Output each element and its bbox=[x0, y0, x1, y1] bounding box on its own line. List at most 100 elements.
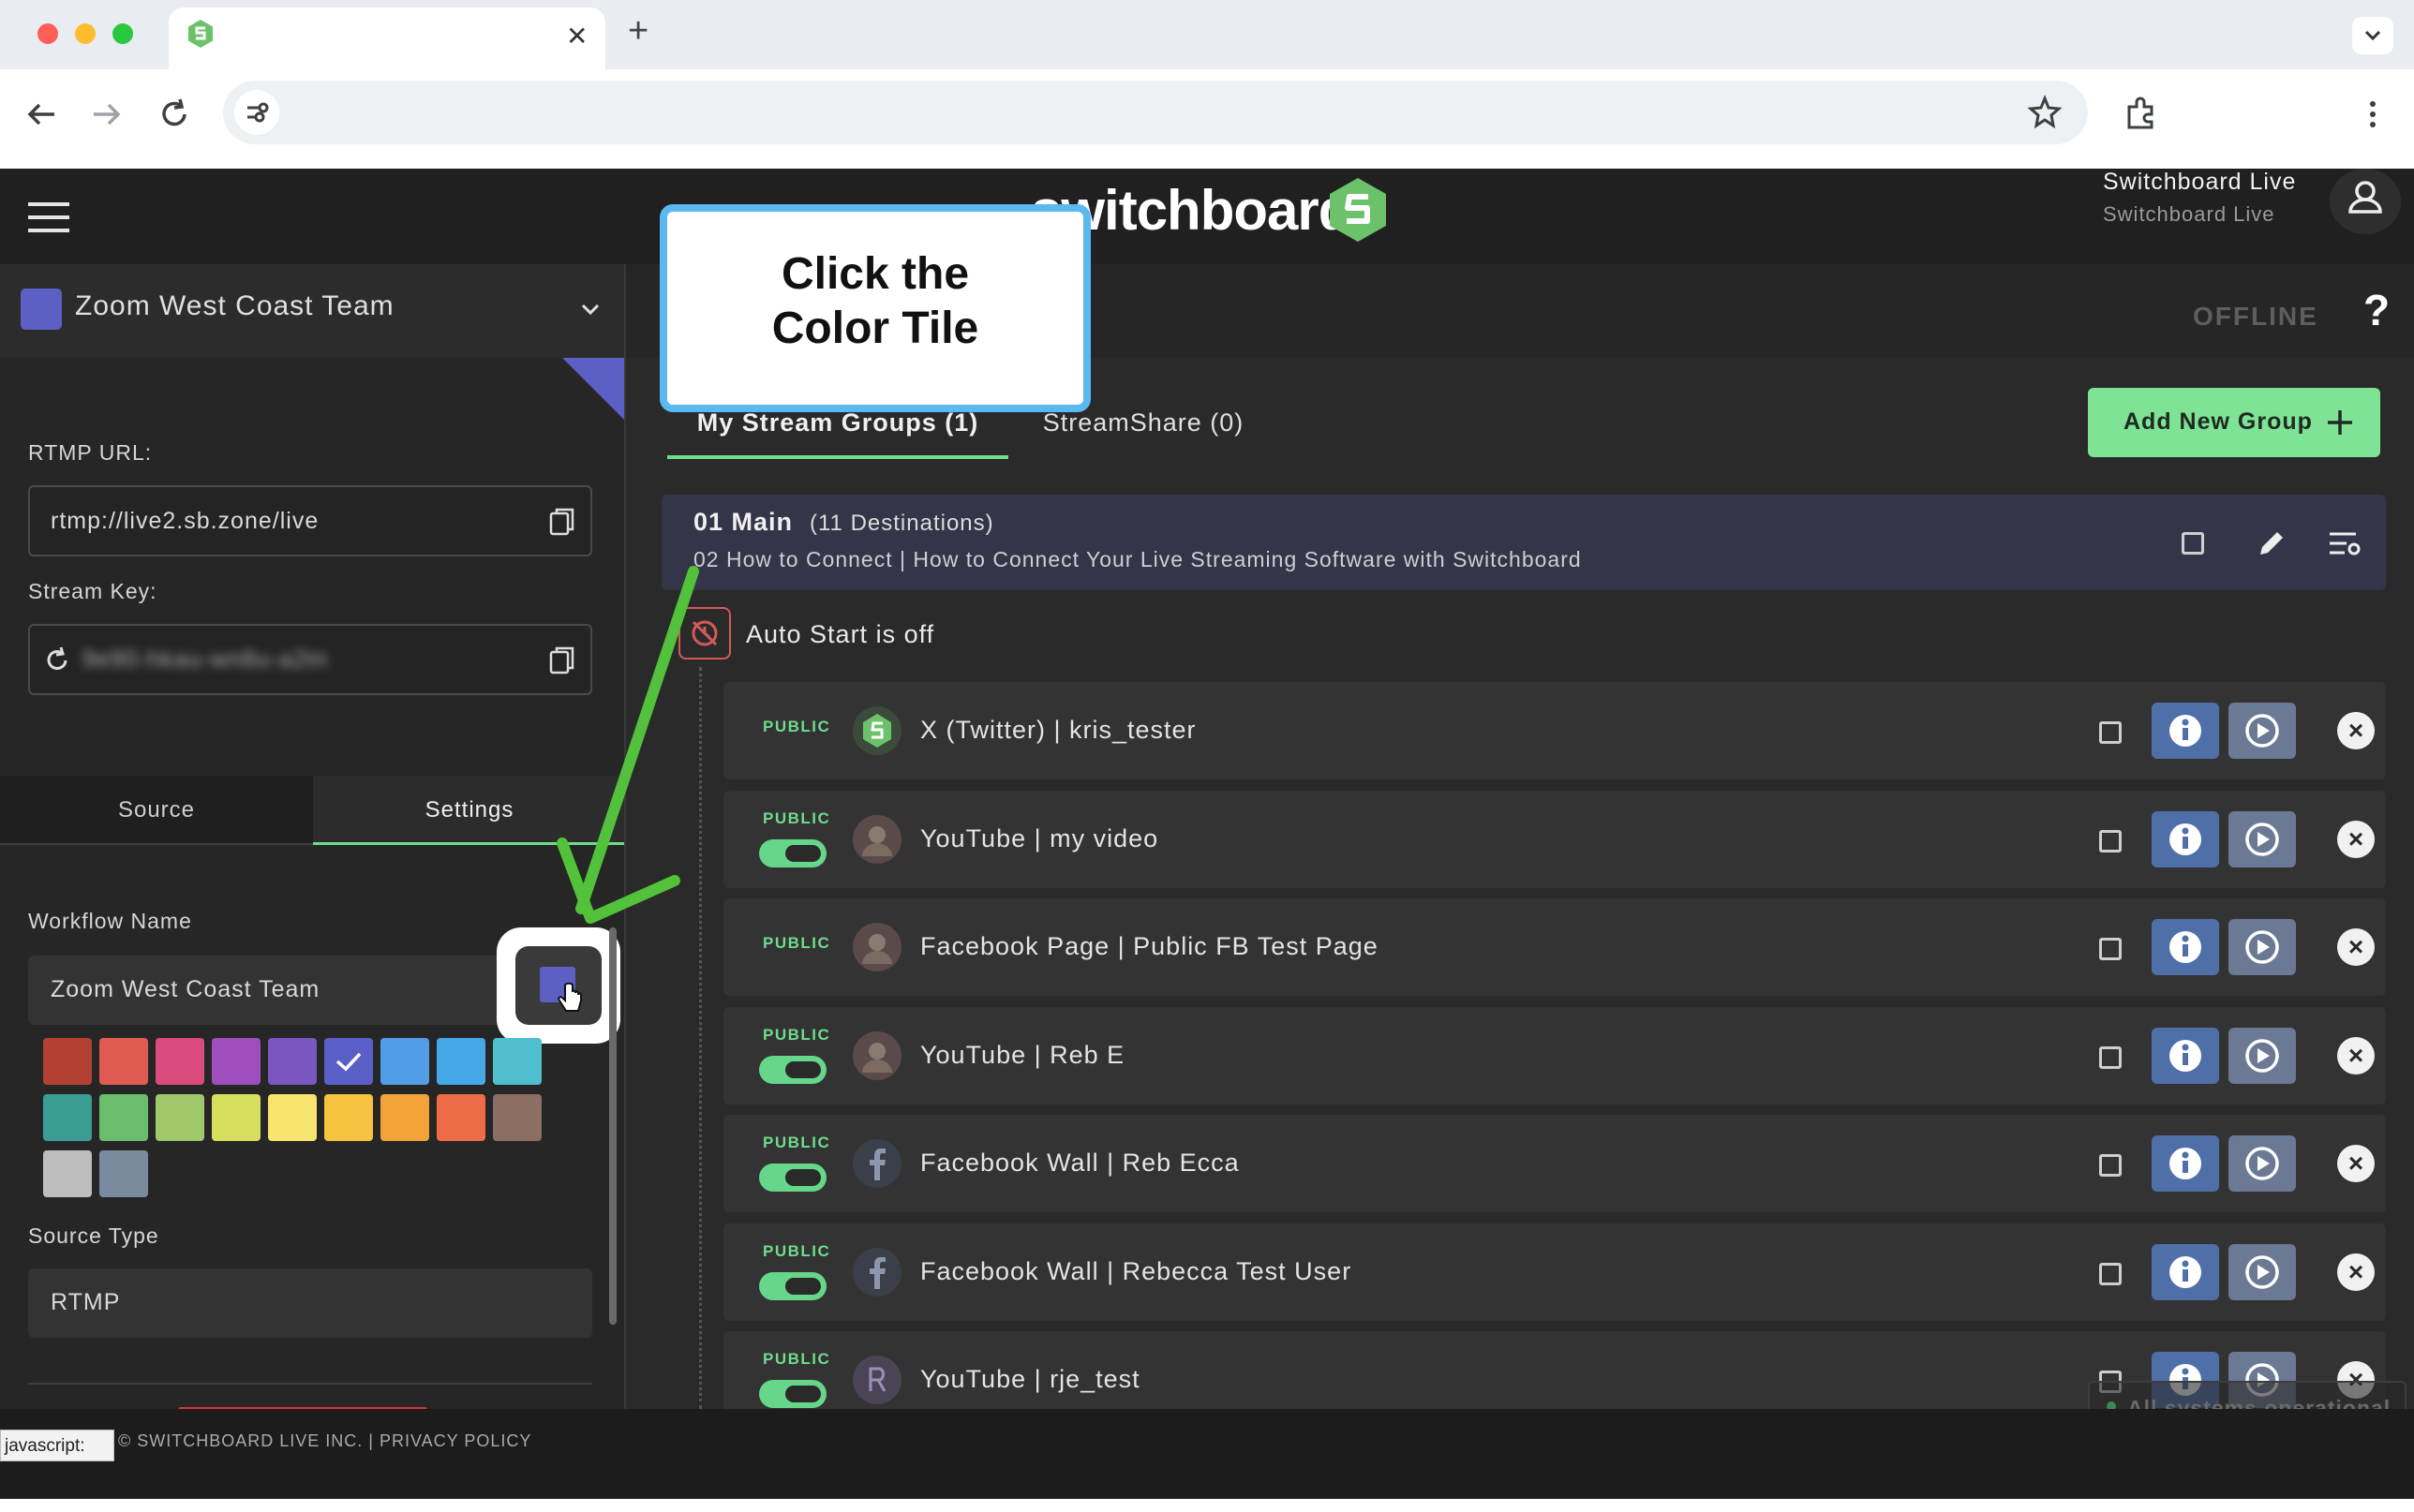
destination-remove-button[interactable]: × bbox=[2337, 1253, 2375, 1291]
destination-row[interactable]: PUBLIC Facebook Wall | Rebecca Test User × bbox=[723, 1223, 2386, 1321]
color-swatch[interactable] bbox=[268, 1094, 317, 1141]
window-close-button[interactable] bbox=[37, 23, 58, 44]
workflow-selector[interactable]: Zoom West Coast Team bbox=[0, 264, 626, 358]
color-swatch[interactable] bbox=[156, 1038, 204, 1085]
play-circle-icon bbox=[2245, 823, 2279, 856]
destination-remove-button[interactable]: × bbox=[2337, 1145, 2375, 1182]
destination-select-checkbox[interactable] bbox=[2099, 1154, 2122, 1177]
destination-select-checkbox[interactable] bbox=[2099, 830, 2122, 852]
destination-select-checkbox[interactable] bbox=[2099, 721, 2122, 744]
destination-info-button[interactable] bbox=[2152, 1244, 2219, 1300]
edit-pencil-icon[interactable] bbox=[2255, 526, 2288, 560]
color-tile-button[interactable] bbox=[515, 946, 602, 1025]
add-new-group-button[interactable]: Add New Group bbox=[2088, 388, 2380, 457]
destination-remove-button[interactable]: × bbox=[2337, 712, 2375, 749]
window-minimize-button[interactable] bbox=[75, 23, 96, 44]
address-bar[interactable] bbox=[223, 81, 2088, 144]
workflow-color-indicator bbox=[21, 289, 62, 330]
source-type-select[interactable]: RTMP bbox=[28, 1268, 592, 1338]
color-swatch[interactable] bbox=[43, 1094, 92, 1141]
group-settings-icon[interactable] bbox=[2326, 526, 2363, 560]
stream-key-field[interactable]: 9e90-hkau-wn8u-a2tn bbox=[28, 624, 592, 695]
hamburger-menu-icon[interactable] bbox=[26, 200, 71, 234]
destination-select-checkbox[interactable] bbox=[2099, 1046, 2122, 1069]
auto-start-status: Auto Start is off bbox=[746, 620, 935, 648]
color-swatch[interactable] bbox=[212, 1094, 261, 1141]
destination-start-button[interactable] bbox=[2228, 1244, 2296, 1300]
extensions-icon[interactable] bbox=[2122, 94, 2161, 133]
left-panel-scrollbar[interactable] bbox=[609, 927, 617, 1325]
destination-remove-button[interactable]: × bbox=[2337, 821, 2375, 858]
color-swatch[interactable] bbox=[437, 1094, 485, 1141]
color-swatch[interactable] bbox=[324, 1094, 373, 1141]
color-swatch[interactable] bbox=[43, 1150, 92, 1197]
browser-menu-icon[interactable] bbox=[2362, 96, 2384, 133]
tab-source[interactable]: Source bbox=[0, 776, 313, 845]
destination-row[interactable]: PUBLIC YouTube | Reb E × bbox=[723, 1007, 2386, 1104]
destination-info-button[interactable] bbox=[2152, 1028, 2219, 1084]
stream-group-header[interactable]: 01 Main (11 Destinations) 02 How to Conn… bbox=[662, 495, 2386, 590]
color-swatch[interactable] bbox=[99, 1150, 148, 1197]
refresh-icon[interactable] bbox=[41, 645, 73, 676]
destination-start-button[interactable] bbox=[2228, 703, 2296, 759]
color-swatch[interactable] bbox=[380, 1094, 429, 1141]
color-swatch[interactable] bbox=[437, 1038, 485, 1085]
group-select-checkbox[interactable] bbox=[2182, 532, 2204, 555]
color-swatch[interactable] bbox=[212, 1038, 261, 1085]
forward-arrow-icon[interactable] bbox=[88, 97, 126, 131]
destination-select-checkbox[interactable] bbox=[2099, 938, 2122, 960]
destination-start-button[interactable] bbox=[2228, 1028, 2296, 1084]
back-arrow-icon[interactable] bbox=[22, 97, 60, 131]
destination-remove-button[interactable]: × bbox=[2337, 1037, 2375, 1075]
tab-streamshare-label: StreamShare (0) bbox=[1042, 408, 1244, 437]
account-avatar-button[interactable] bbox=[2330, 169, 2401, 234]
color-swatch[interactable] bbox=[493, 1038, 542, 1085]
info-icon bbox=[2169, 715, 2201, 747]
bookmark-star-icon[interactable] bbox=[2026, 94, 2064, 131]
copy-icon[interactable] bbox=[547, 506, 577, 540]
color-swatch[interactable] bbox=[43, 1038, 92, 1085]
destination-start-button[interactable] bbox=[2228, 1135, 2296, 1192]
destination-remove-button[interactable]: × bbox=[2337, 928, 2375, 966]
color-swatch[interactable] bbox=[99, 1094, 148, 1141]
destination-row[interactable]: PUBLIC Facebook Wall | Reb Ecca × bbox=[723, 1115, 2386, 1212]
color-swatch[interactable] bbox=[156, 1094, 204, 1141]
color-swatch[interactable] bbox=[493, 1094, 542, 1141]
visibility-badge: PUBLIC bbox=[763, 934, 831, 952]
rtmp-url-field[interactable]: rtmp://live2.sb.zone/live bbox=[28, 485, 592, 556]
workflow-name-input[interactable]: Zoom West Coast Team bbox=[28, 956, 500, 1025]
site-info-button[interactable] bbox=[234, 90, 279, 135]
new-tab-icon[interactable]: + bbox=[628, 11, 648, 52]
color-swatch[interactable] bbox=[268, 1038, 317, 1085]
profile-photo-avatar-icon bbox=[853, 1031, 902, 1080]
destination-toggle[interactable] bbox=[759, 1056, 827, 1084]
help-icon[interactable]: ? bbox=[2363, 285, 2390, 335]
reload-icon[interactable] bbox=[156, 96, 193, 133]
color-picker-palette bbox=[43, 1038, 549, 1197]
browser-tab[interactable]: ✕ bbox=[169, 7, 605, 69]
close-icon: × bbox=[2347, 1149, 2364, 1178]
rtmp-url-value: rtmp://live2.sb.zone/live bbox=[51, 508, 320, 534]
destination-row[interactable]: PUBLIC YouTube | my video × bbox=[723, 791, 2386, 888]
callout-line-2: Color Tile bbox=[771, 304, 979, 353]
color-swatch[interactable] bbox=[324, 1038, 373, 1085]
destination-row[interactable]: PUBLIC X (Twitter) | kris_tester × bbox=[723, 682, 2386, 779]
window-maximize-button[interactable] bbox=[112, 23, 133, 44]
destination-row[interactable]: PUBLIC Facebook Page | Public FB Test Pag… bbox=[723, 898, 2386, 996]
destination-toggle[interactable] bbox=[759, 1164, 827, 1192]
tab-search-button[interactable] bbox=[2352, 17, 2393, 54]
destination-select-checkbox[interactable] bbox=[2099, 1263, 2122, 1285]
destination-toggle[interactable] bbox=[759, 1272, 827, 1300]
destination-toggle[interactable] bbox=[759, 1380, 827, 1408]
tab-close-icon[interactable]: ✕ bbox=[566, 21, 588, 52]
destination-info-button[interactable] bbox=[2152, 811, 2219, 867]
color-swatch[interactable] bbox=[99, 1038, 148, 1085]
destination-info-button[interactable] bbox=[2152, 919, 2219, 975]
footer-copyright[interactable]: © SWITCHBOARD LIVE INC. | PRIVACY POLICY bbox=[118, 1431, 531, 1451]
destination-info-button[interactable] bbox=[2152, 703, 2219, 759]
destination-start-button[interactable] bbox=[2228, 919, 2296, 975]
color-swatch[interactable] bbox=[380, 1038, 429, 1085]
destination-info-button[interactable] bbox=[2152, 1135, 2219, 1192]
destination-start-button[interactable] bbox=[2228, 811, 2296, 867]
destination-toggle[interactable] bbox=[759, 839, 827, 867]
